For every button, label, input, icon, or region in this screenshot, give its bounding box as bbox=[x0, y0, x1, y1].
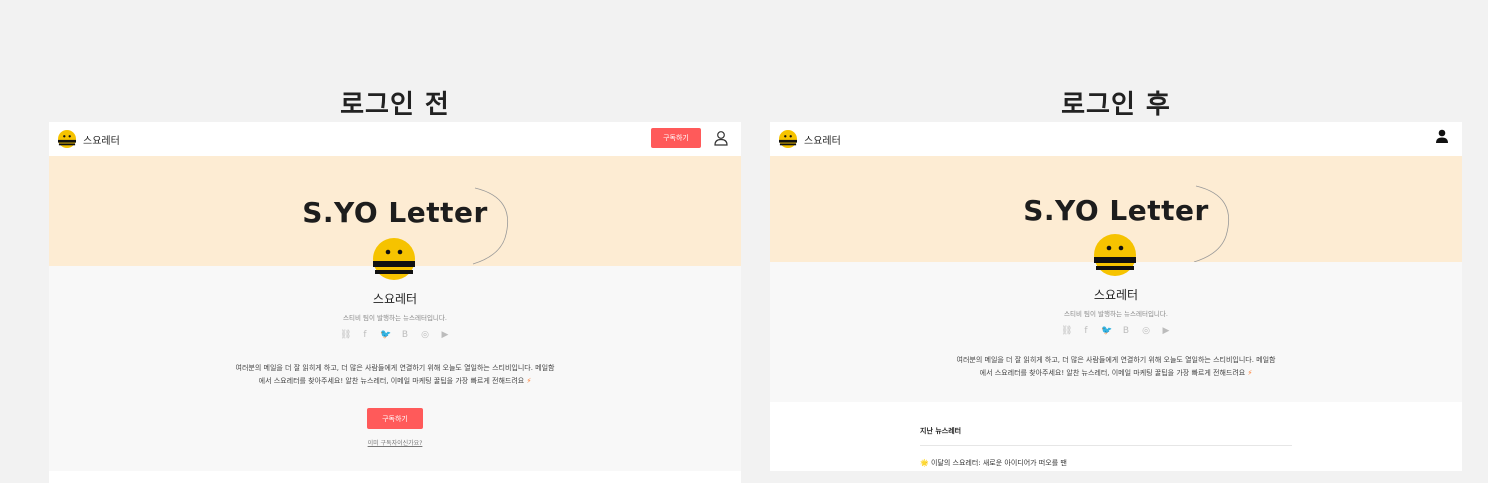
link-icon[interactable]: ⛓ bbox=[340, 330, 351, 340]
panel-before-login: 스요레터 구독하기 S.YO Letter 스요레터 스티비 팀이 발행하는 뉴… bbox=[49, 122, 741, 483]
intro-line-2: 에서 스요레터를 찾아주세요! 알찬 뉴스레터, 이메일 마케팅 꿀팁을 가장 … bbox=[979, 369, 1246, 377]
youtube-icon[interactable]: ▶ bbox=[1161, 326, 1171, 336]
link-icon[interactable]: ⛓ bbox=[1061, 326, 1072, 336]
profile-description: 스티비 팀이 발행하는 뉴스레터입니다. bbox=[343, 314, 447, 322]
caption-before-login: 로그인 전 bbox=[340, 90, 450, 120]
instagram-icon[interactable]: ◎ bbox=[1141, 326, 1151, 336]
profile-section: 스요레터 스티비 팀이 발행하는 뉴스레터입니다. ⛓ f 🐦 B ◎ ▶ 여러… bbox=[770, 262, 1462, 402]
past-newsletters-section: 지난 뉴스레터 🌟 이달의 스요레터: 새로운 아이디어가 떠오를 땐 bbox=[770, 402, 1462, 471]
top-bar: 스요레터 bbox=[770, 122, 1462, 156]
subscribe-button-header[interactable]: 구독하기 bbox=[651, 128, 701, 148]
footer-area bbox=[49, 471, 741, 483]
profile-name: 스요레터 bbox=[372, 292, 418, 306]
brand[interactable]: 스요레터 bbox=[58, 130, 120, 148]
intro-line-2: 에서 스요레터를 찾아주세요! 알찬 뉴스레터, 이메일 마케팅 꿀팁을 가장 … bbox=[258, 377, 525, 385]
brand-name: 스요레터 bbox=[83, 135, 120, 147]
intro-line-1: 여러분의 메일을 더 잘 읽히게 하고, 더 많은 사람들에게 연결하기 위해 … bbox=[235, 364, 555, 372]
facebook-icon[interactable]: f bbox=[360, 330, 370, 340]
newsletter-title: 이달의 스요레터: 새로운 아이디어가 떠오를 땐 bbox=[930, 459, 1067, 467]
list-item[interactable]: 🌟 이달의 스요레터: 새로운 아이디어가 떠오를 땐 bbox=[920, 458, 1067, 468]
intro-line-1: 여러분의 메일을 더 잘 읽히게 하고, 더 많은 사람들에게 연결하기 위해 … bbox=[956, 356, 1276, 364]
top-bar: 스요레터 구독하기 bbox=[49, 122, 741, 156]
user-outline-icon[interactable] bbox=[713, 130, 729, 146]
brand-name: 스요레터 bbox=[804, 135, 841, 147]
logo-title: S.YO Letter bbox=[302, 196, 488, 229]
divider bbox=[920, 445, 1292, 446]
logo-title: S.YO Letter bbox=[1023, 194, 1209, 227]
social-links: ⛓ f 🐦 B ◎ ▶ bbox=[49, 330, 741, 340]
lightning-icon: ⚡ bbox=[1247, 369, 1253, 377]
twitter-icon[interactable]: 🐦 bbox=[1101, 326, 1112, 336]
caption-after-login: 로그인 후 bbox=[1061, 90, 1171, 120]
social-links: ⛓ f 🐦 B ◎ ▶ bbox=[770, 326, 1462, 336]
youtube-icon[interactable]: ▶ bbox=[440, 330, 450, 340]
smiley-logo-icon bbox=[58, 130, 76, 148]
facebook-icon[interactable]: f bbox=[1081, 326, 1091, 336]
smiley-logo-icon bbox=[779, 130, 797, 148]
instagram-icon[interactable]: ◎ bbox=[420, 330, 430, 340]
smiley-avatar-icon bbox=[373, 238, 415, 280]
intro-text: 여러분의 메일을 더 잘 읽히게 하고, 더 많은 사람들에게 연결하기 위해 … bbox=[770, 354, 1462, 380]
blog-icon[interactable]: B bbox=[1121, 326, 1131, 336]
star-icon: 🌟 bbox=[920, 459, 929, 467]
arc-decoration-icon bbox=[1193, 185, 1230, 263]
brand[interactable]: 스요레터 bbox=[779, 130, 841, 148]
subscribe-button[interactable]: 구독하기 bbox=[367, 408, 423, 429]
past-newsletters-title: 지난 뉴스레터 bbox=[920, 427, 962, 435]
smiley-avatar-icon bbox=[1094, 234, 1136, 276]
twitter-icon[interactable]: 🐦 bbox=[380, 330, 391, 340]
panel-after-login: 스요레터 S.YO Letter 스요레터 스티비 팀이 발행하는 뉴스레터입니… bbox=[770, 122, 1462, 471]
blog-icon[interactable]: B bbox=[400, 330, 410, 340]
already-subscribed-link[interactable]: 이미 구독자이신가요? bbox=[49, 438, 741, 447]
arc-decoration-icon bbox=[472, 187, 509, 265]
intro-text: 여러분의 메일을 더 잘 읽히게 하고, 더 많은 사람들에게 연결하기 위해 … bbox=[49, 362, 741, 388]
lightning-icon: ⚡ bbox=[526, 377, 532, 385]
user-filled-icon[interactable] bbox=[1434, 128, 1450, 144]
profile-name: 스요레터 bbox=[1093, 288, 1139, 302]
profile-description: 스티비 팀이 발행하는 뉴스레터입니다. bbox=[1064, 310, 1168, 318]
